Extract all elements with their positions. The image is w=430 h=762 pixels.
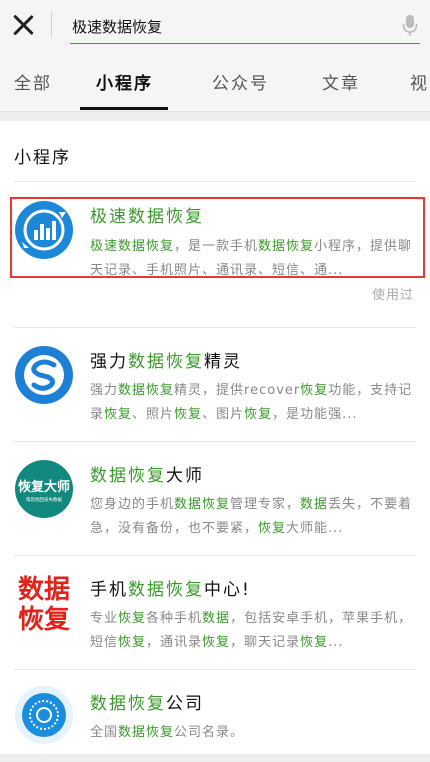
text-segment: ... (328, 635, 344, 650)
divider (14, 441, 416, 442)
text-segment: 公司名录。 (174, 725, 245, 740)
tab-bar: 全部 小程序 公众号 文章 视 (0, 52, 430, 112)
text-segment: 手机 (90, 580, 128, 600)
svg-text:数据: 数据 (18, 575, 70, 605)
recovery-master-icon: 恢复大师 帮您找回丢失数据 (15, 460, 73, 518)
keyword-highlight: 恢复 (174, 407, 203, 422)
divider (14, 555, 416, 556)
keyword-highlight: 恢复 (202, 635, 231, 650)
svg-text:恢复: 恢复 (18, 605, 71, 631)
keyword-highlight: 数据恢复 (118, 725, 175, 740)
text-segment: 您身边的手机 (90, 497, 175, 512)
text-segment: 大师能... (286, 521, 344, 536)
text-segment: 精灵，提供recover (174, 383, 301, 398)
result-description: 您身边的手机数据恢复管理专家，数据丢失，不要着急，没有备份，也不要紧，恢复大师能… (90, 493, 416, 541)
search-input[interactable]: 极速数据恢复 (70, 10, 420, 44)
annotation-highlight-box (10, 197, 425, 278)
keyword-highlight: 数据 (300, 497, 329, 512)
svg-text:帮您找回丢失数据: 帮您找回丢失数据 (26, 496, 62, 503)
bottom-gap (0, 754, 430, 762)
result-title: 强力数据恢复精灵 (90, 347, 242, 372)
text-segment: 全国 (90, 725, 119, 740)
tab-official-account[interactable]: 公众号 (212, 69, 269, 94)
results-card: 小程序 极速数据恢复 极速数据恢复，是一款手机数据恢复小程序，提供聊天记录、手机… (0, 121, 430, 762)
text-segment: 专业 (90, 611, 119, 626)
divider (14, 669, 416, 670)
search-query: 极速数据恢复 (72, 18, 163, 36)
text-segment: 大师 (166, 466, 204, 486)
search-bar: 极速数据恢复 (0, 0, 430, 52)
text-segment: 中心! (204, 580, 251, 600)
keyword-highlight: 恢复 (104, 407, 133, 422)
result-title: 手机数据恢复中心! (90, 575, 251, 600)
text-segment: ，是功能强... (272, 407, 358, 422)
keyword-highlight: 数据恢复 (174, 497, 231, 512)
tab-mini-program[interactable]: 小程序 (96, 69, 153, 94)
svg-text:恢复大师: 恢复大师 (18, 479, 70, 495)
keyword-highlight: 恢复 (258, 521, 287, 536)
text-segment: 各种手机 (146, 611, 203, 626)
divider (51, 12, 52, 38)
keyword-highlight: 数据恢复 (90, 694, 166, 714)
keyword-highlight: 恢复 (244, 407, 273, 422)
text-segment: 精灵 (204, 352, 242, 372)
close-icon[interactable] (10, 12, 36, 38)
result-description: 专业恢复各种手机数据，包括安卓手机，苹果手机，短信恢复，通讯录恢复，聊天记录恢复… (90, 607, 416, 655)
text-segment: 、照片 (132, 407, 175, 422)
text-segment: ，聊天记录 (230, 635, 301, 650)
result-title: 数据恢复公司 (90, 689, 204, 714)
text-segment: 公司 (166, 694, 204, 714)
keyword-highlight: 数据恢复 (128, 580, 204, 600)
tab-all[interactable]: 全部 (14, 69, 52, 94)
tab-video[interactable]: 视 (410, 69, 429, 94)
microphone-icon[interactable] (402, 14, 418, 38)
divider (14, 327, 416, 328)
text-segment: ，通讯录 (146, 635, 203, 650)
keyword-highlight: 恢复 (118, 635, 147, 650)
text-segment: 强力 (90, 352, 128, 372)
section-title: 小程序 (14, 148, 71, 168)
text-segment: 、图片 (202, 407, 245, 422)
keyword-highlight: 恢复 (118, 611, 147, 626)
blue-circle-icon (15, 686, 73, 744)
keyword-highlight: 数据 (202, 611, 231, 626)
keyword-highlight: 数据恢复 (128, 352, 204, 372)
s-logo-icon (15, 346, 73, 404)
keyword-highlight: 数据恢复 (90, 466, 166, 486)
red-text-logo-icon: 数据 恢复 (18, 575, 71, 631)
text-segment: 强力 (90, 383, 119, 398)
keyword-highlight: 恢复 (300, 383, 329, 398)
divider (14, 181, 416, 182)
keyword-highlight: 数据恢复 (118, 383, 175, 398)
active-tab-indicator (80, 107, 168, 110)
used-badge: 使用过 (371, 288, 414, 303)
result-title: 数据恢复大师 (90, 461, 204, 486)
text-segment: 管理专家， (230, 497, 301, 512)
keyword-highlight: 恢复 (300, 635, 329, 650)
tab-articles[interactable]: 文章 (322, 69, 360, 94)
result-description: 强力数据恢复精灵，提供recover恢复功能，支持记录恢复、照片恢复、图片恢复，… (90, 379, 416, 427)
